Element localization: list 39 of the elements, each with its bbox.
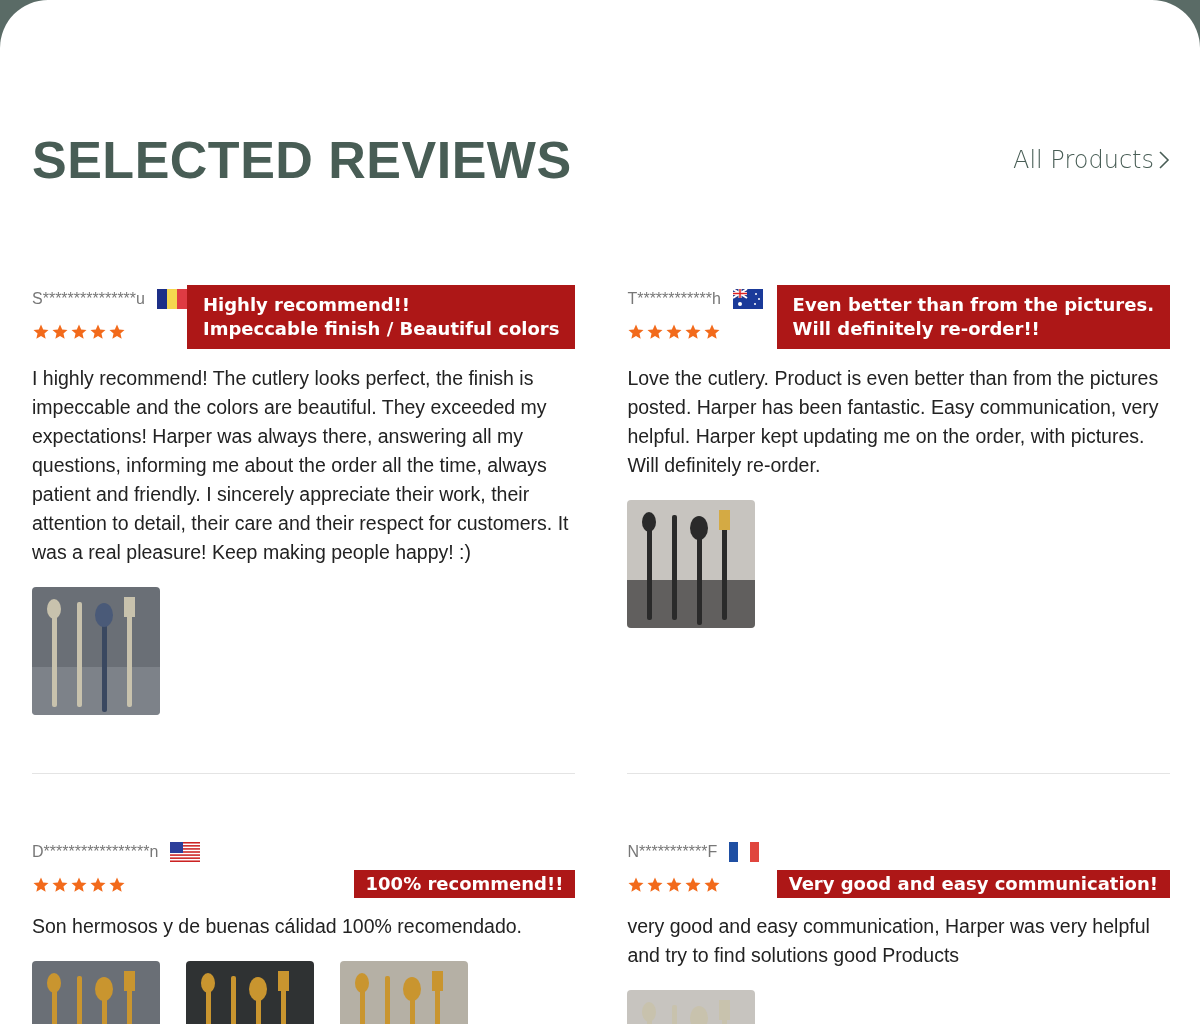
review-text: I highly recommend! The cutlery looks perfect, the finish is impeccable and the colors are beautiful. They exceeded my expectations! Harper was always there, answering all my questions, informing me about the order all the time, always patient and friendly. I sincerely appreciate their work, their attention to detail, their care and their respect for customers. It was a real pleasure! Keep making people happy! :): [32, 366, 570, 565]
flag-icon: [156, 289, 187, 309]
star-icon: [70, 876, 88, 894]
reviewer-name: D*****************n: [32, 843, 159, 861]
star-icon: [665, 876, 684, 894]
star-icon: [51, 323, 69, 341]
all-products-link[interactable]: All Products: [1013, 146, 1170, 174]
star-icon: [665, 323, 684, 341]
reviewer-name: T************h: [627, 290, 721, 308]
star-icon: [89, 323, 107, 341]
star-icon: [89, 876, 107, 894]
review-highlight: 100% recommend!!: [353, 870, 576, 898]
review-highlight: Very good and easy communication!: [776, 870, 1170, 898]
star-icon: [646, 323, 665, 341]
review-highlight: Even better than from the pictures. Will definitely re-order!!: [776, 285, 1170, 349]
chevron-right-icon: [1158, 150, 1170, 170]
review-highlight: Highly recommend!! Impeccable finish / Beautiful colors: [186, 285, 576, 349]
flag-icon: [732, 289, 763, 309]
star-icon: [684, 876, 703, 894]
review-text: very good and easy communication, Harper was very helpful and try to find solutions good Products: [627, 914, 1151, 968]
reviewer-name: S***************u: [32, 290, 145, 308]
flag-icon: [170, 842, 201, 862]
star-icon: [32, 876, 50, 894]
star-icon: [108, 323, 126, 341]
review-text: Son hermosos y de buenas cálidad 100% recomendado.: [32, 914, 523, 939]
star-icon: [703, 323, 722, 341]
star-icon: [627, 323, 646, 341]
star-icon: [70, 323, 88, 341]
reviewer-name: N***********F: [627, 843, 718, 861]
star-icon: [684, 323, 703, 341]
flag-icon: [729, 842, 760, 862]
review-text: Love the cutlery. Product is even better than from the pictures posted. Harper has been fantastic. Easy communication, very helpful. Harper kept updating me on the order, with pictures. Will definitely re-order.: [627, 366, 1160, 478]
star-icon: [108, 876, 126, 894]
star-icon: [51, 876, 69, 894]
section-title: SELECTED REVIEWS: [32, 130, 572, 190]
star-icon: [627, 876, 646, 894]
star-icon: [703, 876, 722, 894]
star-icon: [646, 876, 665, 894]
star-icon: [32, 323, 50, 341]
